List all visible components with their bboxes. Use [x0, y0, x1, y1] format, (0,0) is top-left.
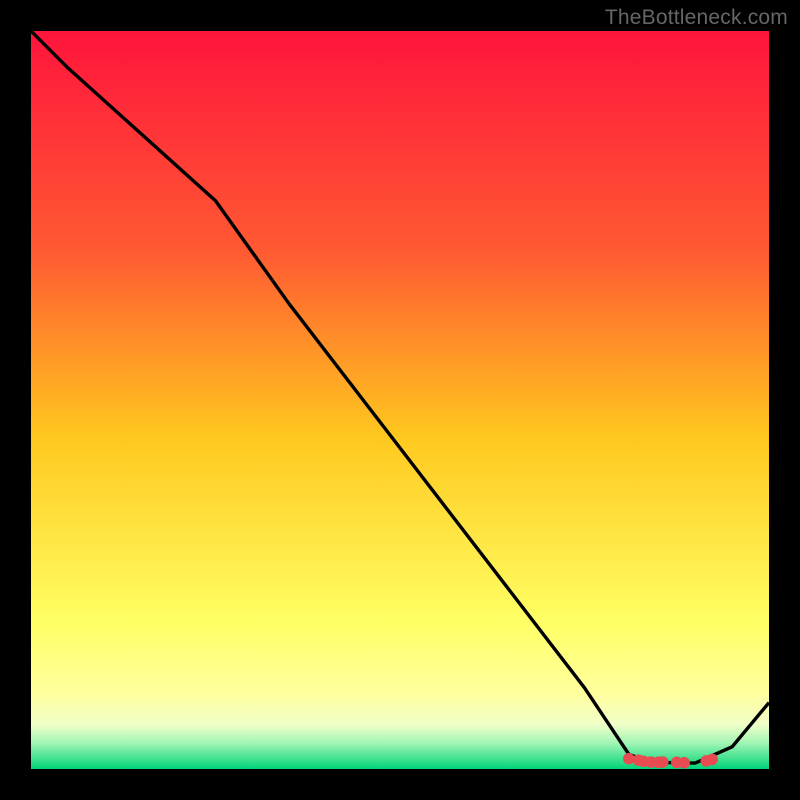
- marker-dot: [706, 754, 718, 766]
- watermark-text: TheBottleneck.com: [605, 6, 788, 30]
- marker-dot: [657, 756, 669, 768]
- chart-svg: [31, 31, 769, 769]
- marker-dot: [678, 757, 690, 769]
- plot-frame: [31, 31, 769, 769]
- gradient-rect: [31, 31, 769, 769]
